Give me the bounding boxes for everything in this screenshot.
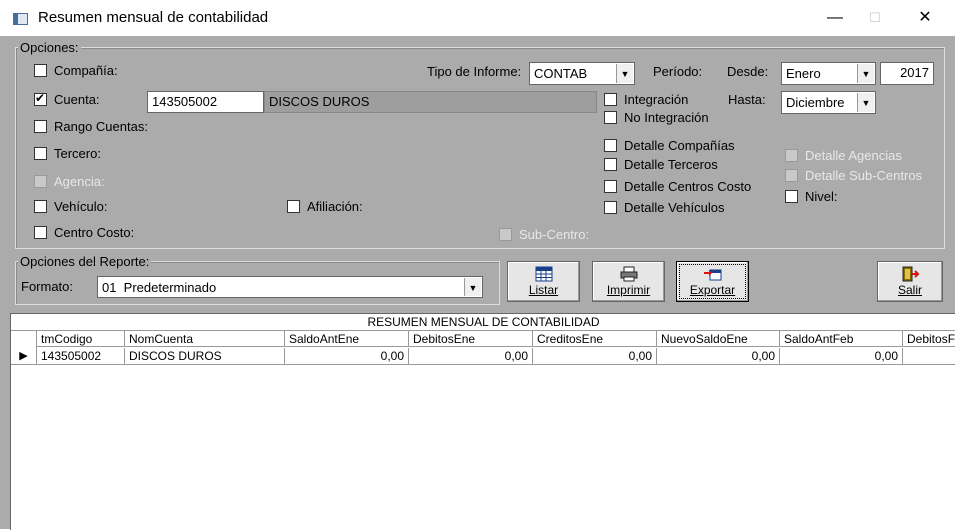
exportar-button[interactable]: Exportar xyxy=(676,261,749,302)
hasta-value: Diciembre xyxy=(786,95,845,110)
salir-button[interactable]: Salir xyxy=(877,261,943,302)
table-cell[interactable]: 0,00 xyxy=(409,348,533,365)
calendar-icon xyxy=(535,266,552,282)
table-cell[interactable]: 0,00 xyxy=(780,348,903,365)
detalle-centros-costo-checkbox[interactable] xyxy=(604,180,617,193)
app-window-icon xyxy=(13,13,28,25)
export-icon xyxy=(703,269,721,281)
column-header-tmcodigo[interactable]: tmCodigo xyxy=(37,331,125,347)
imprimir-button[interactable]: Imprimir xyxy=(592,261,665,302)
detalle-vehiculos-label: Detalle Vehículos xyxy=(624,200,725,215)
agencia-checkbox xyxy=(34,175,47,188)
compania-label: Compañía: xyxy=(54,63,118,78)
afiliacion-label: Afiliación: xyxy=(307,199,363,214)
centro-costo-label: Centro Costo: xyxy=(54,225,135,240)
agencia-label: Agencia: xyxy=(54,174,105,189)
table-cell[interactable]: 0,00 xyxy=(285,348,409,365)
cuenta-label: Cuenta: xyxy=(54,92,100,107)
current-row-marker-icon: ▶ xyxy=(11,348,37,365)
column-header-debitosene[interactable]: DebitosEne xyxy=(409,331,533,347)
detalle-subcentros-label: Detalle Sub-Centros xyxy=(805,168,923,183)
results-grid[interactable]: RESUMEN MENSUAL DE CONTABILIDAD ▶ tmCodi… xyxy=(10,313,955,530)
year-input[interactable]: 2017 xyxy=(880,62,934,85)
detalle-companias-checkbox[interactable] xyxy=(604,139,617,152)
hasta-label: Hasta: xyxy=(728,92,766,107)
exportar-label: Exportar xyxy=(689,283,736,297)
column-header-creditosene[interactable]: CreditosEne xyxy=(533,331,657,347)
table-cell[interactable]: 0,00 xyxy=(657,348,780,365)
detalle-agencias-checkbox xyxy=(785,149,798,162)
listar-label: Listar xyxy=(528,283,559,297)
centro-costo-checkbox[interactable] xyxy=(34,226,47,239)
no-integracion-checkbox[interactable] xyxy=(604,111,617,124)
opciones-reporte-group-title: Opciones del Reporte: xyxy=(18,254,152,269)
formato-label: Formato: xyxy=(21,279,74,294)
cuenta-code-input[interactable]: 143505002 xyxy=(147,91,264,113)
grid-caption: RESUMEN MENSUAL DE CONTABILIDAD xyxy=(11,314,955,331)
tercero-checkbox[interactable] xyxy=(34,147,47,160)
column-header-debitosfeb[interactable]: DebitosF xyxy=(903,331,955,347)
table-cell[interactable]: 0,00 xyxy=(533,348,657,365)
sub-centro-label: Sub-Centro: xyxy=(519,227,590,242)
window-title: Resumen mensual de contabilidad xyxy=(38,9,269,26)
cuenta-name-field: DISCOS DUROS xyxy=(264,91,597,113)
detalle-centros-costo-label: Detalle Centros Costo xyxy=(624,179,752,194)
table-cell[interactable]: DISCOS DUROS xyxy=(125,348,285,365)
hasta-select[interactable]: Diciembre ▼ xyxy=(781,91,876,114)
close-button[interactable]: ✕ xyxy=(905,6,945,30)
tercero-label: Tercero: xyxy=(54,146,101,161)
exit-door-icon xyxy=(902,266,920,282)
tipo-informe-label: Tipo de Informe: xyxy=(427,64,522,79)
chevron-down-icon[interactable]: ▼ xyxy=(616,64,633,83)
compania-checkbox[interactable] xyxy=(34,64,47,77)
desde-value: Enero xyxy=(786,66,821,81)
detalle-subcentros-checkbox xyxy=(785,169,798,182)
chevron-down-icon[interactable]: ▼ xyxy=(857,64,874,83)
desde-select[interactable]: Enero ▼ xyxy=(781,62,876,85)
detalle-companias-label: Detalle Compañías xyxy=(624,138,735,153)
vehiculo-checkbox[interactable] xyxy=(34,200,47,213)
rango-cuentas-label: Rango Cuentas: xyxy=(54,119,148,134)
chevron-down-icon[interactable]: ▼ xyxy=(857,93,874,112)
cuenta-checkbox[interactable] xyxy=(34,91,47,106)
periodo-label: Período: xyxy=(653,64,703,79)
sub-centro-checkbox xyxy=(499,228,512,241)
detalle-terceros-checkbox[interactable] xyxy=(604,158,617,171)
column-header-saldoantene[interactable]: SaldoAntEne xyxy=(285,331,409,347)
detalle-agencias-label: Detalle Agencias xyxy=(805,148,902,163)
tipo-informe-select[interactable]: CONTAB ▼ xyxy=(529,62,635,85)
nivel-checkbox[interactable] xyxy=(785,190,798,203)
listar-button[interactable]: Listar xyxy=(507,261,580,302)
nivel-label: Nivel: xyxy=(805,189,838,204)
desde-label: Desde: xyxy=(727,64,769,79)
afiliacion-checkbox[interactable] xyxy=(287,200,300,213)
tipo-informe-value: CONTAB xyxy=(534,66,588,81)
imprimir-label: Imprimir xyxy=(606,283,651,297)
table-cell[interactable]: 143505002 xyxy=(37,348,125,365)
printer-icon xyxy=(620,266,637,282)
column-header-nuevosaldoene[interactable]: NuevoSaldoEne xyxy=(657,331,780,347)
maximize-button[interactable]: ☐ xyxy=(855,6,895,30)
rango-cuentas-checkbox[interactable] xyxy=(34,120,47,133)
app-window: Resumen mensual de contabilidad — ☐ ✕ Op… xyxy=(0,0,955,530)
formato-value: 01 Predeterminado xyxy=(102,280,217,295)
detalle-terceros-label: Detalle Terceros xyxy=(624,157,718,172)
formato-select[interactable]: 01 Predeterminado ▼ xyxy=(97,276,483,298)
title-bar: Resumen mensual de contabilidad — ☐ ✕ xyxy=(0,0,955,36)
integracion-label: Integración xyxy=(624,92,689,107)
salir-label: Salir xyxy=(897,283,922,297)
integracion-checkbox[interactable] xyxy=(604,93,617,106)
column-header-saldoantfeb[interactable]: SaldoAntFeb xyxy=(780,331,903,347)
chevron-down-icon[interactable]: ▼ xyxy=(464,278,481,296)
opciones-group-title: Opciones: xyxy=(18,40,81,55)
minimize-button[interactable]: — xyxy=(815,6,855,30)
column-header-nomcuenta[interactable]: NomCuenta xyxy=(125,331,285,347)
vehiculo-label: Vehículo: xyxy=(54,199,108,214)
table-cell[interactable] xyxy=(903,348,955,365)
no-integracion-label: No Integración xyxy=(624,110,709,125)
detalle-vehiculos-checkbox[interactable] xyxy=(604,201,617,214)
